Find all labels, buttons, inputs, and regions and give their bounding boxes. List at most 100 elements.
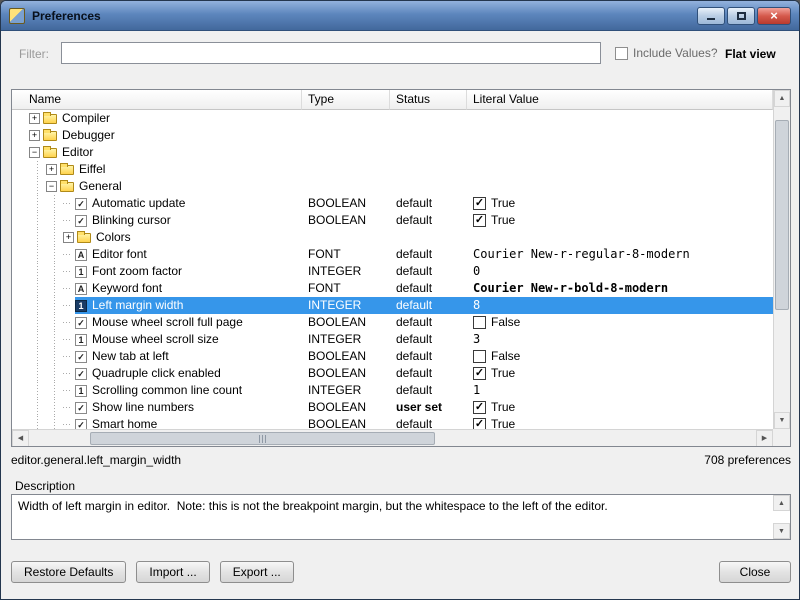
expand-icon[interactable]: + <box>63 232 74 243</box>
integer-pref-icon: 1 <box>75 300 87 312</box>
preferences-tree: Name Type Status Literal Value +Compiler… <box>11 89 791 447</box>
scroll-down-icon[interactable]: ▼ <box>774 412 790 429</box>
tree-row[interactable]: −General <box>12 178 773 195</box>
value-checkbox[interactable]: ✓ <box>473 367 486 380</box>
boolean-pref-icon: ✓ <box>75 198 87 210</box>
pref-type: BOOLEAN <box>302 348 390 365</box>
tree-row[interactable]: +Debugger <box>12 127 773 144</box>
column-header-literal-value[interactable]: Literal Value <box>467 90 773 110</box>
tree-indent <box>12 246 75 263</box>
import-button[interactable]: Import ... <box>136 561 209 583</box>
pref-type: INTEGER <box>302 297 390 314</box>
boolean-pref-icon: ✓ <box>75 402 87 414</box>
tree-leaf-connector <box>63 203 72 204</box>
tree-row[interactable]: − Editor <box>12 144 773 161</box>
vertical-scroll-thumb[interactable] <box>775 120 789 310</box>
pref-value: True <box>491 399 515 416</box>
pref-value-cell <box>467 127 773 144</box>
tree-row[interactable]: AEditor fontFONTdefaultCourier New-r-reg… <box>12 246 773 263</box>
column-header-status[interactable]: Status <box>390 90 467 110</box>
tree-indent <box>12 280 75 297</box>
tree-row[interactable]: +Compiler <box>12 110 773 127</box>
tree-guide-line <box>29 399 46 416</box>
tree-row[interactable]: +Eiffel <box>12 161 773 178</box>
value-checkbox[interactable]: ✓ <box>473 197 486 210</box>
pref-value: True <box>491 195 515 212</box>
name-cell: AKeyword font <box>12 280 302 297</box>
pref-value: 3 <box>473 331 480 348</box>
close-button[interactable]: Close <box>719 561 791 583</box>
pref-status: default <box>390 195 467 212</box>
restore-defaults-button[interactable]: Restore Defaults <box>11 561 126 583</box>
close-window-button[interactable]: × <box>757 7 791 25</box>
tree-row[interactable]: ✓Mouse wheel scroll full pageBOOLEANdefa… <box>12 314 773 331</box>
tree-leaf-connector <box>63 339 72 340</box>
value-checkbox[interactable]: ✓ <box>473 401 486 414</box>
window-title: Preferences <box>32 9 101 23</box>
tree-row[interactable]: ✓Show line numbersBOOLEANuser set✓True <box>12 399 773 416</box>
description-scroll-down-icon[interactable]: ▼ <box>773 523 790 539</box>
boolean-pref-icon: ✓ <box>75 419 87 430</box>
pref-status: default <box>390 348 467 365</box>
tree-leaf-connector <box>63 254 72 255</box>
description-box: Width of left margin in editor. Note: th… <box>11 494 791 540</box>
tree-indent <box>12 263 75 280</box>
scroll-up-icon[interactable]: ▲ <box>774 90 790 107</box>
export-button[interactable]: Export ... <box>220 561 294 583</box>
tree-guide-line <box>46 348 63 365</box>
scroll-right-icon[interactable]: ▶ <box>756 430 773 447</box>
pref-value-cell <box>467 229 773 246</box>
collapse-icon[interactable]: − <box>46 181 57 192</box>
tree-row[interactable]: 1Left margin widthINTEGERdefault8 <box>12 297 773 314</box>
pref-status: default <box>390 365 467 382</box>
pref-type: BOOLEAN <box>302 314 390 331</box>
column-header-name[interactable]: Name <box>12 90 302 110</box>
name-cell: +Eiffel <box>12 161 302 178</box>
expand-icon[interactable]: + <box>29 130 40 141</box>
collapse-icon[interactable]: − <box>29 147 40 158</box>
tree-row[interactable]: ✓Automatic updateBOOLEANdefault✓True <box>12 195 773 212</box>
tree-indent <box>12 416 75 429</box>
vertical-scrollbar[interactable]: ▲ ▼ <box>773 90 790 429</box>
filter-input[interactable] <box>61 42 601 64</box>
expand-icon[interactable]: + <box>29 113 40 124</box>
value-checkbox[interactable]: ✓ <box>473 214 486 227</box>
title-bar[interactable]: Preferences × <box>1 1 799 31</box>
column-header-type[interactable]: Type <box>302 90 390 110</box>
pref-type <box>302 144 390 161</box>
maximize-button[interactable] <box>727 7 755 25</box>
tree-row[interactable]: AKeyword fontFONTdefaultCourier New-r-bo… <box>12 280 773 297</box>
tree-leaf-connector <box>63 373 72 374</box>
include-values-checkbox[interactable] <box>615 47 628 60</box>
tree-row[interactable]: ✓Blinking cursorBOOLEANdefault✓True <box>12 212 773 229</box>
name-cell: AEditor font <box>12 246 302 263</box>
tree-row[interactable]: 1Scrolling common line countINTEGERdefau… <box>12 382 773 399</box>
tree-leaf-connector <box>63 390 72 391</box>
pref-value-cell: ✓ True <box>467 399 773 416</box>
description-label: Description <box>15 479 75 493</box>
pref-name: Scrolling common line count <box>92 382 242 399</box>
tree-row[interactable]: 1Mouse wheel scroll sizeINTEGERdefault3 <box>12 331 773 348</box>
tree-row[interactable]: 1Font zoom factorINTEGERdefault0 <box>12 263 773 280</box>
description-scroll-up-icon[interactable]: ▲ <box>773 495 790 511</box>
pref-value-cell: 3 <box>467 331 773 348</box>
tree-row[interactable]: ✓New tab at leftBOOLEANdefaultFalse <box>12 348 773 365</box>
tree-row[interactable]: ✓Smart homeBOOLEANdefault✓True <box>12 416 773 429</box>
pref-name: Editor <box>62 144 93 161</box>
tree-row[interactable]: +Colors <box>12 229 773 246</box>
value-checkbox[interactable] <box>473 316 486 329</box>
expand-icon[interactable]: + <box>46 164 57 175</box>
pref-name: Blinking cursor <box>92 212 171 229</box>
pref-value-cell: False <box>467 348 773 365</box>
horizontal-scrollbar[interactable]: ◀ ▶ <box>12 429 773 446</box>
value-checkbox[interactable]: ✓ <box>473 418 486 429</box>
horizontal-scroll-thumb[interactable] <box>90 432 435 445</box>
preferences-window: Preferences × Filter: Include Values? Fl… <box>0 0 800 600</box>
minimize-button[interactable] <box>697 7 725 25</box>
tree-row[interactable]: ✓Quadruple click enabledBOOLEANdefault✓T… <box>12 365 773 382</box>
value-checkbox[interactable] <box>473 350 486 363</box>
pref-type: BOOLEAN <box>302 416 390 429</box>
pref-value-cell: ✓ True <box>467 195 773 212</box>
scroll-left-icon[interactable]: ◀ <box>12 430 29 447</box>
flat-view-toggle[interactable]: Flat view <box>725 47 776 61</box>
